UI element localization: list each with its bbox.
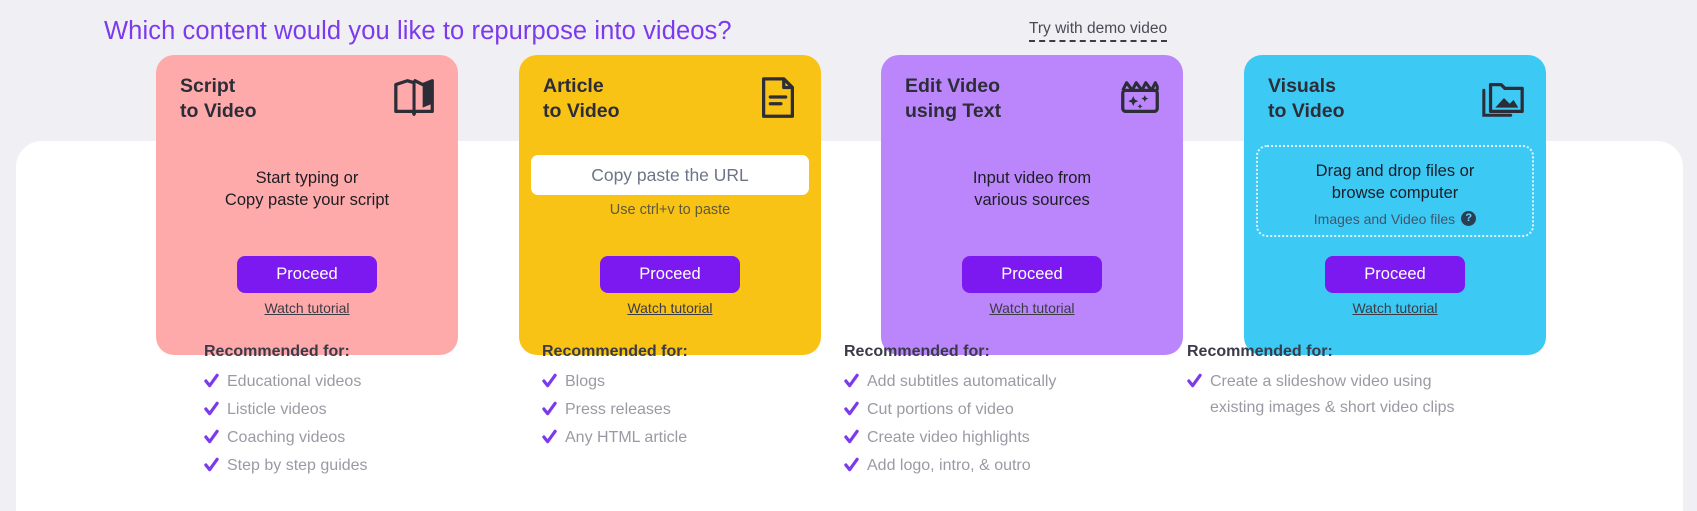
recommended-item-label: Create video highlights [867, 428, 1030, 446]
recommended-item: Step by step guides [204, 453, 494, 479]
card-body-text: Start typing or Copy paste your script [224, 169, 390, 209]
recommended-item-label: Add logo, intro, & outro [867, 456, 1031, 474]
check-icon [542, 373, 557, 388]
card-body-text: Input video from various sources [972, 169, 1092, 209]
check-icon [204, 373, 219, 388]
check-icon [204, 401, 219, 416]
dropzone-sub-text: Images and Video files? [1313, 210, 1477, 227]
try-demo-video-link[interactable]: Try with demo video [1029, 20, 1168, 42]
recommended-for-block: Recommended for: Add subtitles automatica… [844, 343, 1134, 481]
url-input[interactable] [531, 155, 809, 195]
check-icon [844, 457, 859, 472]
card-title: Edit Video using Text [905, 75, 1002, 122]
watch-tutorial-label: Watch tutorial [627, 300, 713, 316]
card-title: Script to Video [180, 75, 257, 122]
recommended-item-label: Add subtitles automatically [867, 373, 1057, 390]
recommended-item-label: Cut portions of video [867, 400, 1014, 418]
recommended-for-title: Recommended for: [844, 343, 990, 360]
clapperboard-sparkle-icon [1117, 75, 1163, 121]
option-card-3: Visuals to Video Drag and drop files or b… [1187, 55, 1546, 416]
option-cards-row: Script to Video Start typing or Copy past… [0, 55, 1697, 511]
recommended-for-title: Recommended for: [204, 343, 350, 360]
proceed-button[interactable]: Proceed [600, 256, 740, 293]
check-icon [1187, 373, 1202, 388]
recommended-item-label: Blogs [565, 373, 606, 390]
check-icon [204, 429, 219, 444]
help-circle-icon[interactable]: ? [1461, 211, 1477, 227]
watch-tutorial-link[interactable]: Watch tutorial [156, 300, 458, 316]
watch-tutorial-label: Watch tutorial [264, 300, 350, 316]
card-surface[interactable]: Article to Video Use ctrl+v to paste Proce… [519, 55, 821, 355]
check-icon [844, 429, 859, 444]
recommended-item: Create a slideshow video using existing … [1187, 369, 1477, 421]
recommended-item: Blogs [542, 369, 832, 395]
recommended-item-label: Step by step guides [227, 456, 368, 474]
recommended-for-block: Recommended for: Blogs Press releases Any H… [542, 343, 832, 453]
recommended-item-label: Coaching videos [227, 428, 346, 446]
recommended-for-title: Recommended for: [1187, 343, 1333, 360]
recommended-item: Coaching videos [204, 425, 494, 451]
check-icon [844, 401, 859, 416]
recommended-for-block: Recommended for: Educational videos Listic… [204, 343, 494, 481]
card-surface[interactable]: Visuals to Video Drag and drop files or b… [1244, 55, 1546, 355]
recommended-item-label: Educational videos [227, 373, 362, 390]
page-title: Which content would you like to repurpos… [104, 17, 732, 45]
card-title: Visuals to Video [1268, 75, 1345, 122]
recommended-item-label: Listicle videos [227, 400, 327, 418]
check-icon [542, 429, 557, 444]
check-icon [204, 457, 219, 472]
recommended-item: Any HTML article [542, 425, 832, 451]
folder-image-icon [1480, 75, 1526, 121]
watch-tutorial-link[interactable]: Watch tutorial [881, 300, 1183, 316]
proceed-button[interactable]: Proceed [237, 256, 377, 293]
url-input-hint: Use ctrl+v to paste [609, 202, 731, 218]
option-card-1: Article to Video Use ctrl+v to paste Proce… [519, 55, 821, 446]
file-dropzone[interactable]: Drag and drop files or browse computer Im… [1256, 145, 1534, 237]
card-surface[interactable]: Script to Video Start typing or Copy past… [156, 55, 458, 355]
check-icon [844, 373, 859, 388]
recommended-item: Press releases [542, 397, 832, 423]
recommended-item: Educational videos [204, 369, 494, 395]
recommended-for-block: Recommended for: Create a slideshow video… [1187, 343, 1477, 423]
watch-tutorial-label: Watch tutorial [1352, 300, 1438, 316]
book-icon [392, 75, 438, 121]
card-surface[interactable]: Edit Video using Text Input video from va… [881, 55, 1183, 355]
recommended-item: Cut portions of video [844, 397, 1134, 423]
option-card-2: Edit Video using Text Input video from va… [844, 55, 1183, 474]
card-title: Article to Video [543, 75, 620, 122]
document-icon [755, 75, 801, 121]
watch-tutorial-link[interactable]: Watch tutorial [1244, 300, 1546, 316]
option-card-0: Script to Video Start typing or Copy past… [156, 55, 458, 474]
recommended-item-label: Create a slideshow video using existing … [1210, 373, 1455, 416]
watch-tutorial-label: Watch tutorial [989, 300, 1075, 316]
recommended-for-title: Recommended for: [542, 343, 688, 360]
proceed-button[interactable]: Proceed [1325, 256, 1465, 293]
page-header: Which content would you like to repurpos… [0, 0, 1697, 52]
recommended-item: Listicle videos [204, 397, 494, 423]
watch-tutorial-link[interactable]: Watch tutorial [519, 300, 821, 316]
proceed-button[interactable]: Proceed [962, 256, 1102, 293]
recommended-item-label: Any HTML article [565, 428, 688, 446]
dropzone-main-text: Drag and drop files or browse computer [1315, 162, 1475, 202]
recommended-item: Create video highlights [844, 425, 1134, 451]
recommended-item: Add subtitles automatically [844, 369, 1134, 395]
recommended-item-label: Press releases [565, 400, 671, 418]
check-icon [542, 401, 557, 416]
recommended-item: Add logo, intro, & outro [844, 453, 1134, 479]
dropzone-filetypes-label: Images and Video files [1313, 210, 1456, 227]
